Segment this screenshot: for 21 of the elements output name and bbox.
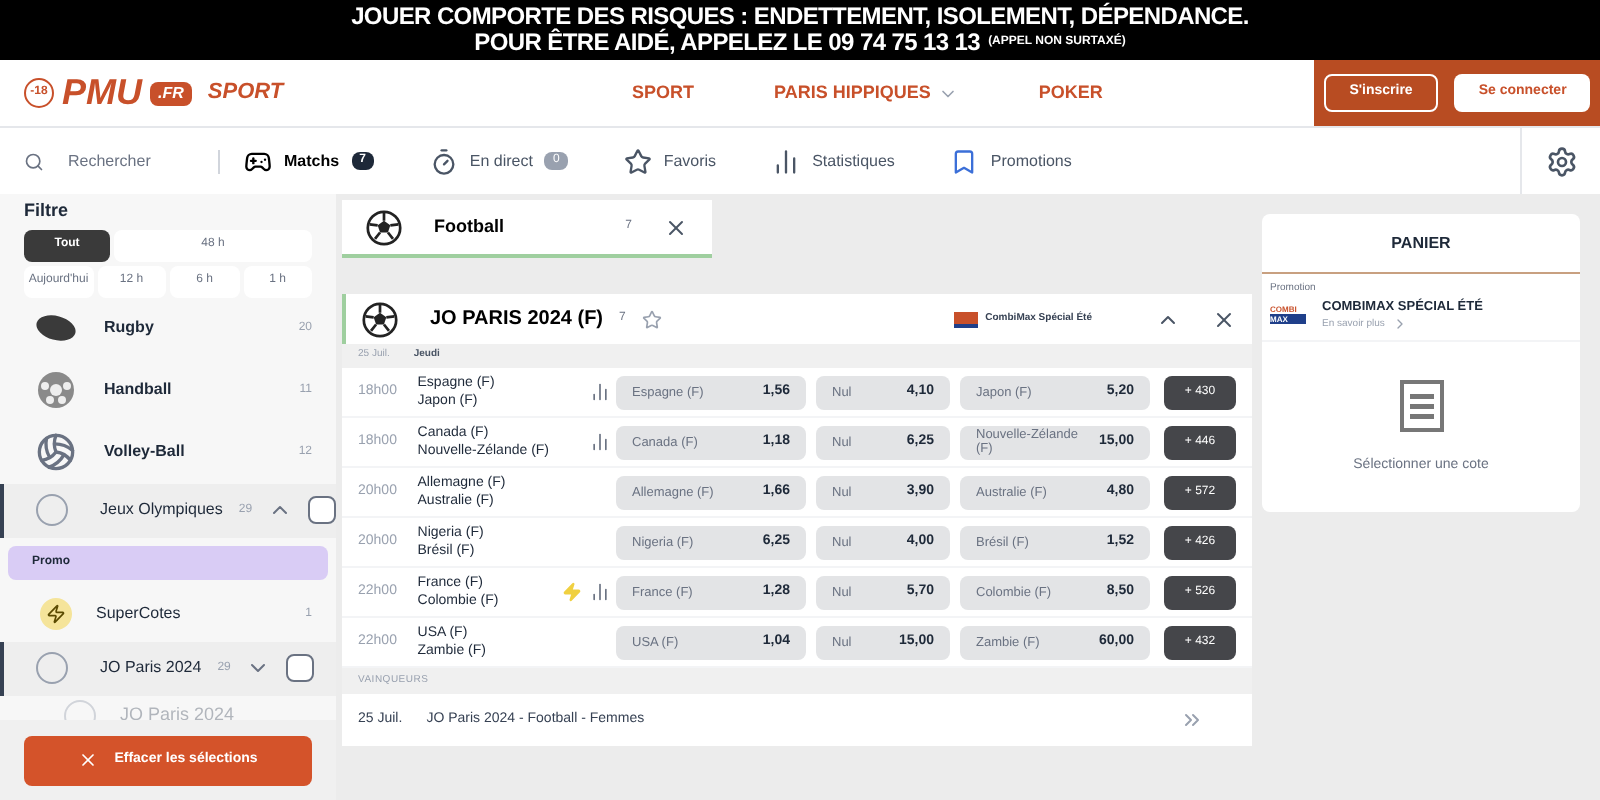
supercotes-label[interactable]: SuperCotes: [96, 602, 282, 626]
toolbar-tab[interactable]: Promotions: [950, 147, 1072, 175]
logo[interactable]: PMU .FR SPORT: [62, 66, 284, 120]
basket-title: PANIER: [1391, 231, 1451, 255]
nav-link[interactable]: SPORT: [632, 79, 695, 107]
helpline-text: POUR ÊTRE AIDÉ, APPELEZ LE 09 74 75 13 13: [474, 30, 981, 56]
group-label: JO Paris 2024: [98, 656, 202, 680]
warning-text: JOUER COMPORTE DES RISQUES : ENDETTEMENT, ISOLEMENT, DÉPENDANCE.: [351, 4, 1249, 30]
sport-label[interactable]: Volley-Ball: [104, 440, 275, 464]
sport-label: Football: [434, 213, 506, 240]
group-label: Jeux Olympiques: [98, 498, 223, 522]
nav-link[interactable]: POKER: [1038, 79, 1103, 107]
sport-label[interactable]: Rugby: [104, 316, 275, 340]
filter-title: Filtre: [22, 198, 71, 224]
group-label: JO Paris 2024: [120, 701, 235, 728]
nav-link[interactable]: PARIS HIPPIQUES: [774, 79, 959, 107]
toolbar-tab[interactable]: Favoris: [623, 147, 717, 175]
toolbar-tab[interactable]: Statistiques: [772, 147, 895, 175]
sport-label[interactable]: Handball: [104, 378, 276, 402]
competition-title: JO PARIS 2024 (F): [430, 306, 604, 334]
search-field[interactable]: Rechercher: [68, 149, 218, 173]
